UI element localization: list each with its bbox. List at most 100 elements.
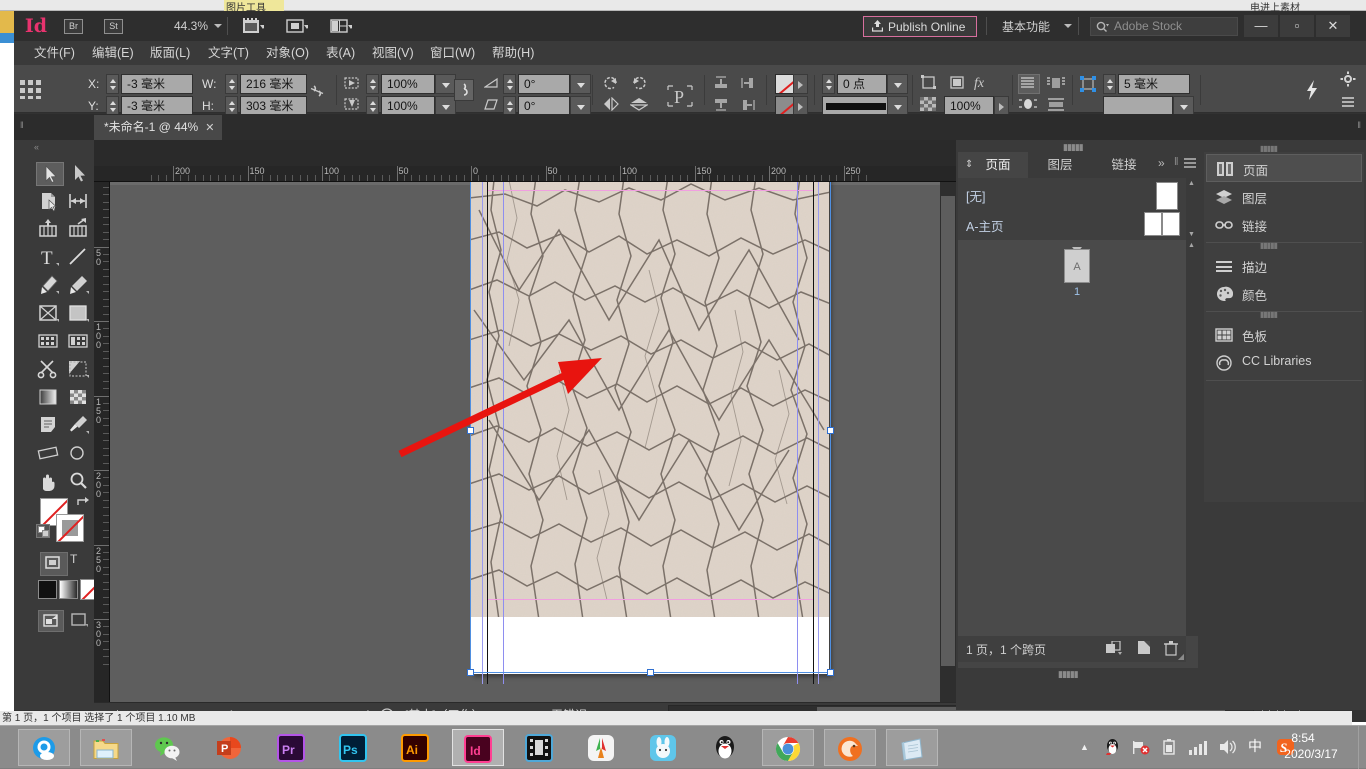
type-tool[interactable]: T [36,246,64,270]
sidebar-item-stroke[interactable]: 描边 [1206,252,1362,280]
h-stepper[interactable] [225,96,238,116]
shear-dropdown[interactable] [570,96,591,116]
scroll-up-arrow-icon[interactable]: ▲ [1188,180,1195,187]
show-desktop-button[interactable] [1358,726,1366,769]
stroke-weight-field[interactable]: 0 点 [837,74,887,94]
document-tab-close-icon[interactable]: ✕ [205,122,214,134]
scale-y-dropdown[interactable] [435,96,456,116]
zoom-level-value[interactable]: 44.3% [146,18,208,34]
sidebar-item-color[interactable]: 颜色 [1206,280,1362,308]
menu-view[interactable]: 视图(V) [364,41,422,65]
scale-x-dropdown[interactable] [435,74,456,94]
stroke-swatch-dropdown[interactable] [793,96,808,116]
constrain-scale-toggle[interactable] [454,79,474,101]
pages-scroll-up-arrow-icon[interactable]: ▲ [1188,242,1195,249]
pen-tool[interactable] [36,274,64,298]
taskbar-item-photoshop[interactable]: Ps [328,729,380,766]
eyedropper-tool[interactable] [66,414,94,438]
content-placer-tool[interactable] [66,218,94,242]
stroke-weight-stepper[interactable] [822,74,835,94]
menu-object[interactable]: 对象(O) [258,41,317,65]
sidebar-item-cc-libraries[interactable]: CC Libraries [1206,349,1362,377]
tabbar-grip[interactable]: ‖ [20,120,23,130]
selection-handle-bottom-center[interactable] [647,669,654,676]
tools-panel-collapse-icon[interactable]: « [34,142,38,152]
scale-x-field[interactable]: 100% [381,74,435,94]
arrange-documents-button[interactable] [330,17,352,35]
scale-y-stepper[interactable] [366,96,379,116]
direct-selection-tool[interactable] [66,162,94,186]
effects-frame-button[interactable] [948,75,966,94]
sidebar-item-pages[interactable]: 页面 [1206,154,1362,182]
fx-button[interactable]: fx [974,76,984,92]
x-stepper[interactable] [106,74,119,94]
selection-handle-bottom-left[interactable] [467,669,474,676]
tab-links[interactable]: 链接 [1092,152,1156,178]
master-list-scrollbar[interactable]: ▲ ▼ [1186,178,1198,240]
maximize-button[interactable]: ▫ [1280,15,1314,37]
taskbar-item-media-encoder[interactable] [514,729,566,766]
opacity-swatch-icon[interactable] [920,97,936,114]
view-options-button[interactable] [242,17,264,35]
gradient-swatch-tool[interactable] [36,386,64,410]
align-left-button[interactable] [740,75,758,94]
rotation-stepper[interactable] [503,74,516,94]
bridge-button[interactable]: Br [64,19,83,34]
line-tool[interactable] [66,246,94,270]
shear-field[interactable]: 0° [518,96,570,116]
screen-mode-button[interactable] [286,17,308,35]
text-wrap-bounding-box-button[interactable] [1046,75,1066,94]
opacity-field[interactable]: 100% [944,96,994,116]
taskbar-item-illustrator[interactable]: Ai [390,729,442,766]
taskbar-item-google-chrome[interactable] [762,729,814,766]
minimize-button[interactable]: — [1244,15,1278,37]
taskbar-item-premiere-pro[interactable]: Pr [266,729,318,766]
pages-list[interactable]: A 1 ▲ [958,240,1186,636]
rail-group-3-grip[interactable]: ▮▮▮▮▮ [1260,310,1277,319]
wrap-contour-preview[interactable] [1103,96,1173,116]
canvas-area[interactable] [110,182,956,710]
taskbar-clock-time[interactable]: 8:54 [1258,731,1348,745]
quick-apply-lightning-icon[interactable] [1304,79,1320,104]
master-a-label[interactable]: A-主页 [966,216,1004,235]
master-none-thumb[interactable] [1156,182,1178,210]
free-transform-tool[interactable] [36,330,64,354]
note-tool[interactable] [36,414,64,438]
shear-stepper[interactable] [503,96,516,116]
selection-handle-bottom-right[interactable] [827,669,834,676]
corner-options-button[interactable] [920,75,938,94]
workspace-chevron-down-icon[interactable] [1064,24,1072,28]
pencil-tool[interactable] [66,274,94,298]
x-field[interactable]: -3 毫米 [121,74,193,94]
sidebar-item-swatches[interactable]: 色板 [1206,321,1362,349]
column-guide-left[interactable] [503,182,504,684]
stroke-weight-dropdown[interactable] [887,74,908,94]
scale-x-stepper[interactable] [366,74,379,94]
w-field[interactable]: 216 毫米 [240,74,307,94]
rectangle-frame-tool[interactable] [36,302,64,326]
taskbar-item-notepad[interactable] [886,729,938,766]
y-stepper[interactable] [106,96,119,116]
menu-edit[interactable]: 编辑(E) [84,41,142,65]
menu-help[interactable]: 帮助(H) [484,41,542,65]
fill-swatch-dropdown[interactable] [793,74,808,94]
preview-view-mode-icon[interactable] [68,610,96,634]
master-a-thumb-right[interactable] [1162,212,1180,236]
rotate-cw-button[interactable] [630,75,648,94]
master-a-thumb-left[interactable] [1144,212,1162,236]
constrain-wh-icon[interactable] [308,83,326,102]
normal-view-mode-icon[interactable] [38,610,64,632]
stock-button[interactable]: St [104,19,123,34]
rotate-ccw-button[interactable] [602,75,620,94]
y-field[interactable]: -3 毫米 [121,96,193,116]
page-tool[interactable] [36,190,64,214]
taskbar-clock-date[interactable]: 2020/3/17 [1266,747,1356,761]
flip-horizontal-button[interactable] [602,97,620,114]
measure-tool[interactable] [36,442,64,466]
rotation-field[interactable]: 0° [518,74,570,94]
taskbar-item-indesign[interactable]: Id [452,729,504,766]
control-panel-menu-icon[interactable] [1340,95,1356,112]
master-pages-list[interactable]: [无] A-主页 ▲ ▼ [958,178,1186,240]
canvas-vertical-scrollbar[interactable] [940,182,956,702]
signal-icon[interactable] [1188,738,1208,759]
